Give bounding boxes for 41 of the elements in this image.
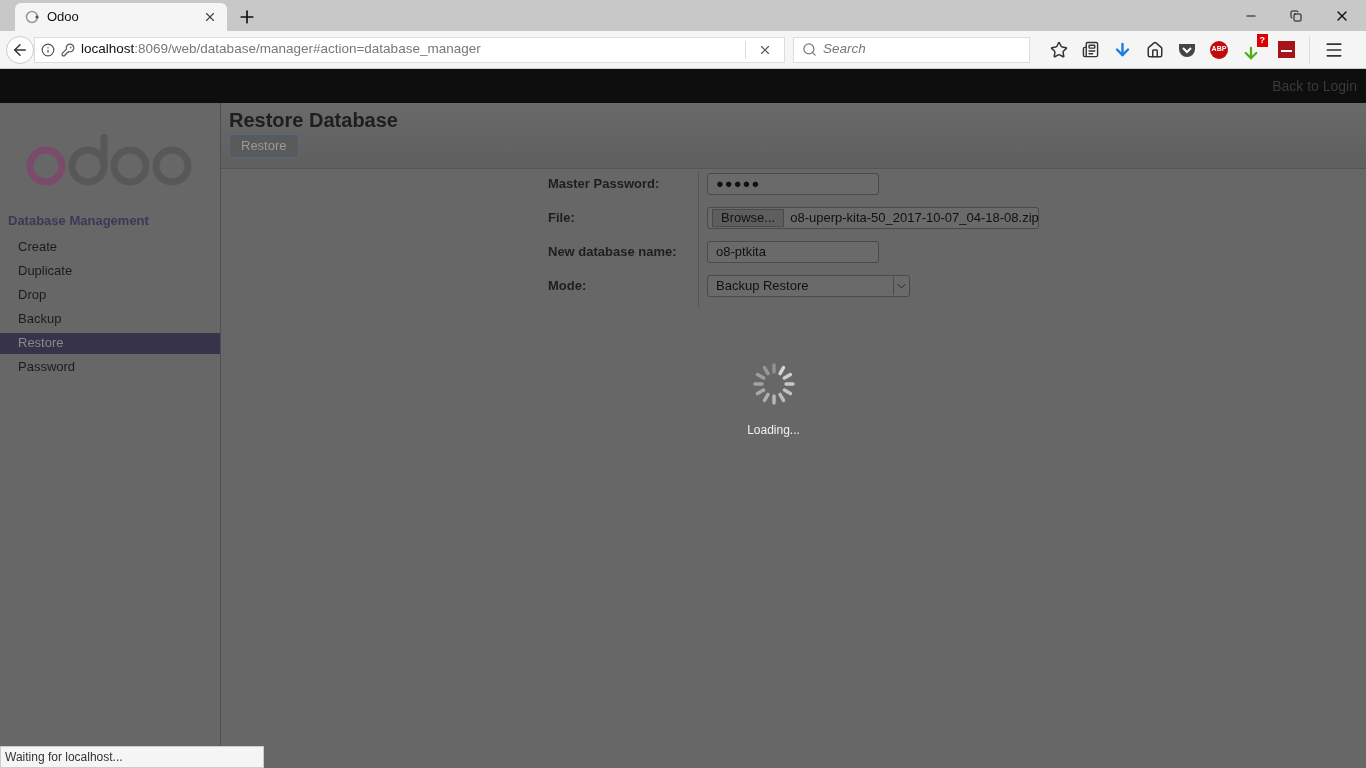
file-name: o8-uperp-kita-50_2017-10-07_04-18-08.zip [790,209,1039,228]
close-icon[interactable] [203,10,217,24]
address-bar[interactable]: localhost:8069/web/database/manager#action=database_manager [34,36,785,63]
sidebar-item[interactable]: Password [0,356,220,378]
restore-icon[interactable] [1290,9,1302,22]
loading-icon [25,10,39,24]
sidebar-item[interactable]: Restore [0,332,220,354]
home-icon[interactable] [1146,40,1164,59]
browse-button[interactable]: Browse... [712,209,785,227]
extension-icon[interactable] [1278,41,1295,58]
caret-icon [893,277,909,295]
reading-list-icon[interactable] [1082,41,1099,58]
loading-text: Loading... [747,422,800,439]
spinner-icon [752,363,795,405]
status-bar: Waiting for localhost... [0,746,264,768]
pocket-icon[interactable] [1178,41,1196,58]
url-text: localhost:8069/web/database/manager#action=database_manager [81,40,482,59]
sidebar-item[interactable]: Create [0,236,220,258]
search-icon [802,42,817,57]
file-field[interactable]: Browse... o8-uperp-kita-50_2017-10-07_04-18-08.zip [707,207,1039,229]
tab-title: Odoo [47,8,80,27]
search-field[interactable]: Search [793,36,1030,63]
browser-tab[interactable]: Odoo [15,3,227,31]
restore-button[interactable]: Restore [229,134,299,158]
sidebar-item[interactable]: Duplicate [0,260,220,282]
mode-select[interactable]: Backup Restore [707,275,910,297]
download-icon[interactable] [1113,40,1132,59]
database-name-field[interactable]: o8-ptkita [707,241,879,263]
sidebar-item[interactable]: Drop [0,284,220,306]
field-label: New database name: [539,239,699,273]
back-button[interactable] [6,35,34,64]
sidebar-item[interactable]: Backup [0,308,220,330]
badge: ? [1256,33,1268,47]
field-label: Mode: [539,273,699,307]
field-label: Master Password: [539,171,699,205]
star-icon[interactable] [1050,40,1068,59]
field-label: File: [539,205,699,239]
password-field[interactable]: ●●●●● [707,173,879,195]
page-title: Restore Database [229,110,398,130]
key-icon [61,42,75,57]
info-icon[interactable] [41,42,55,57]
